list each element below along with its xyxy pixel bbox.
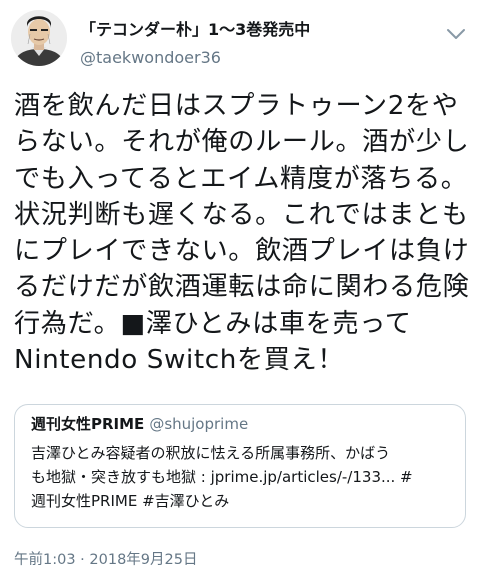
quoted-author-handle: @shujoprime bbox=[149, 415, 249, 433]
avatar-illustration-icon bbox=[11, 10, 67, 66]
author-name[interactable]: 「テコンダー朴」1〜3巻発売中 bbox=[80, 16, 310, 40]
quoted-tweet-text: 吉澤ひとみ容疑者の釈放に怯える所属事務所、かばう も地獄・突き放すも地獄 : j… bbox=[31, 444, 413, 510]
author-handle[interactable]: @taekwondoer36 bbox=[80, 48, 221, 67]
quoted-tweet-header: 週刊女性PRIME @shujoprime bbox=[31, 413, 248, 434]
chevron-down-icon[interactable] bbox=[445, 27, 467, 41]
quoted-author-name: 週刊女性PRIME bbox=[31, 415, 145, 433]
tweet-timestamp[interactable]: 午前1:03 · 2018年9月25日 bbox=[14, 548, 197, 569]
quoted-tweet[interactable]: 週刊女性PRIME @shujoprime 吉澤ひとみ容疑者の釈放に怯える所属事務… bbox=[14, 404, 466, 528]
tweet-text: 酒を飲んだ日はスプラトゥーン2をや らない。それが俺のルール。酒が少し でも入っ… bbox=[14, 91, 470, 376]
avatar[interactable] bbox=[11, 10, 67, 66]
